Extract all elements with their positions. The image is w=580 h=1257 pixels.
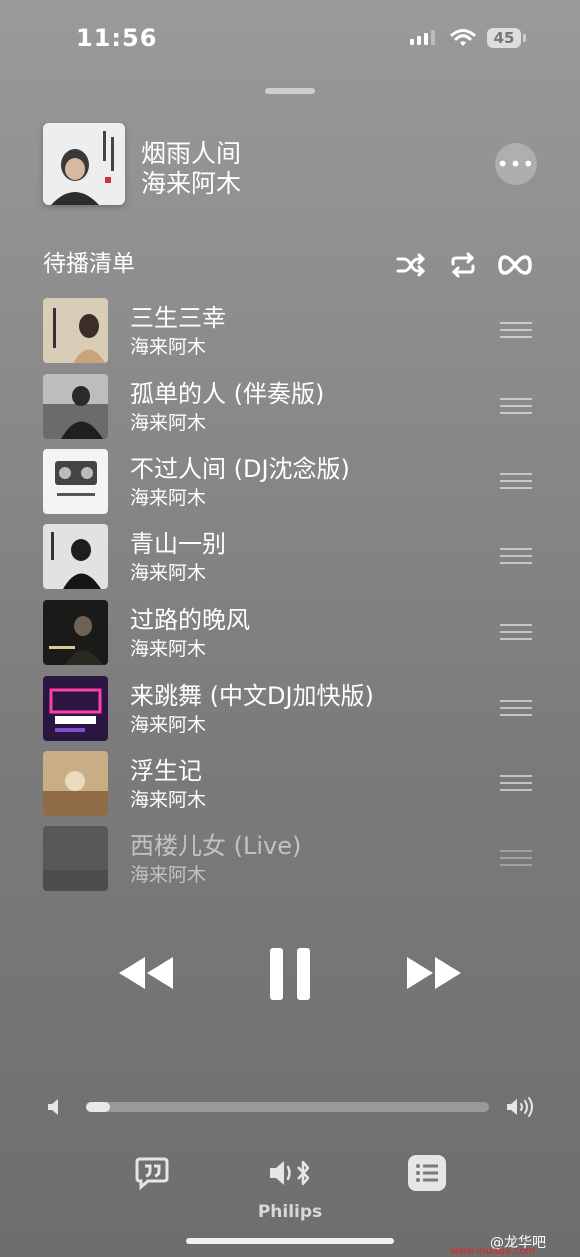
- lyrics-icon[interactable]: [134, 1156, 170, 1194]
- queue-item-artwork: [43, 449, 108, 514]
- wifi-icon: [450, 28, 476, 52]
- repeat-icon[interactable]: [446, 250, 480, 280]
- queue-item-title: 浮生记: [130, 757, 202, 785]
- queue-item[interactable]: 三生三幸 海来阿木: [43, 298, 543, 364]
- queue-item-title: 不过人间 (DJ沈念版): [130, 455, 350, 483]
- reorder-handle-icon[interactable]: [500, 624, 532, 642]
- pause-icon[interactable]: [268, 946, 312, 1006]
- queue-item-artist: 海来阿木: [130, 487, 207, 509]
- queue-item-artwork: [43, 374, 108, 439]
- queue-item[interactable]: 西楼儿女 (Live) 海来阿木: [43, 826, 543, 892]
- queue-item-title: 三生三幸: [130, 304, 226, 332]
- queue-item-artist: 海来阿木: [130, 336, 207, 358]
- cellular-signal-icon: [410, 30, 435, 45]
- queue-item[interactable]: 不过人间 (DJ沈念版) 海来阿木: [43, 449, 543, 515]
- queue-item-artwork: [43, 524, 108, 589]
- queue-heading: 待播清单: [43, 251, 135, 277]
- volume-high-icon: [505, 1096, 535, 1122]
- watermark-url: www.lhuaba.com: [450, 1246, 536, 1257]
- queue-item-artist: 海来阿木: [130, 412, 207, 434]
- reorder-handle-icon[interactable]: [500, 775, 532, 793]
- now-playing-artwork[interactable]: [43, 123, 125, 205]
- queue-item-artwork: [43, 751, 108, 816]
- infinity-autoplay-icon[interactable]: [498, 250, 532, 280]
- reorder-handle-icon[interactable]: [500, 850, 532, 868]
- previous-track-icon[interactable]: [117, 955, 175, 995]
- queue-list-icon[interactable]: [408, 1155, 446, 1191]
- queue-item-artist: 海来阿木: [130, 562, 207, 584]
- queue-item[interactable]: 过路的晚风 海来阿木: [43, 600, 543, 666]
- reorder-handle-icon[interactable]: [500, 473, 532, 491]
- queue-item[interactable]: 孤单的人 (伴奏版) 海来阿木: [43, 374, 543, 440]
- reorder-handle-icon[interactable]: [500, 398, 532, 416]
- more-options-button[interactable]: •••: [495, 143, 537, 185]
- now-playing-artist: 海来阿木: [141, 169, 242, 198]
- volume-slider[interactable]: [86, 1102, 489, 1112]
- queue-item[interactable]: 青山一别 海来阿木: [43, 524, 543, 590]
- volume-slider-fill: [86, 1102, 111, 1112]
- sheet-grabber[interactable]: [265, 88, 315, 94]
- queue-item-artwork: [43, 298, 108, 363]
- queue-item-title: 孤单的人 (伴奏版): [130, 380, 325, 408]
- queue-item[interactable]: 来跳舞 (中文DJ加快版) 海来阿木: [43, 676, 543, 742]
- queue-item-title: 来跳舞 (中文DJ加快版): [130, 682, 374, 710]
- queue-item-title: 西楼儿女 (Live): [130, 832, 302, 860]
- volume-low-icon: [46, 1097, 62, 1121]
- reorder-handle-icon[interactable]: [500, 548, 532, 566]
- battery-icon: 45: [487, 28, 521, 48]
- next-track-icon[interactable]: [405, 955, 463, 995]
- shuffle-icon[interactable]: [394, 250, 428, 280]
- queue-item-artist: 海来阿木: [130, 714, 207, 736]
- reorder-handle-icon[interactable]: [500, 700, 532, 718]
- queue-item-artwork: [43, 676, 108, 741]
- reorder-handle-icon[interactable]: [500, 322, 532, 340]
- queue-item[interactable]: 浮生记 海来阿木: [43, 751, 543, 817]
- queue-item-artist: 海来阿木: [130, 864, 207, 886]
- output-device-label[interactable]: Philips: [240, 1202, 340, 1222]
- queue-item-artwork: [43, 600, 108, 665]
- battery-tip: [523, 34, 526, 42]
- bluetooth-speaker-icon[interactable]: [268, 1158, 314, 1192]
- queue-item-title: 过路的晚风: [130, 606, 250, 634]
- queue-item-artist: 海来阿木: [130, 789, 207, 811]
- queue-item-artwork: [43, 826, 108, 891]
- status-time: 11:56: [76, 24, 158, 52]
- queue-item-title: 青山一别: [130, 530, 226, 558]
- home-indicator[interactable]: [186, 1238, 394, 1244]
- queue-item-artist: 海来阿木: [130, 638, 207, 660]
